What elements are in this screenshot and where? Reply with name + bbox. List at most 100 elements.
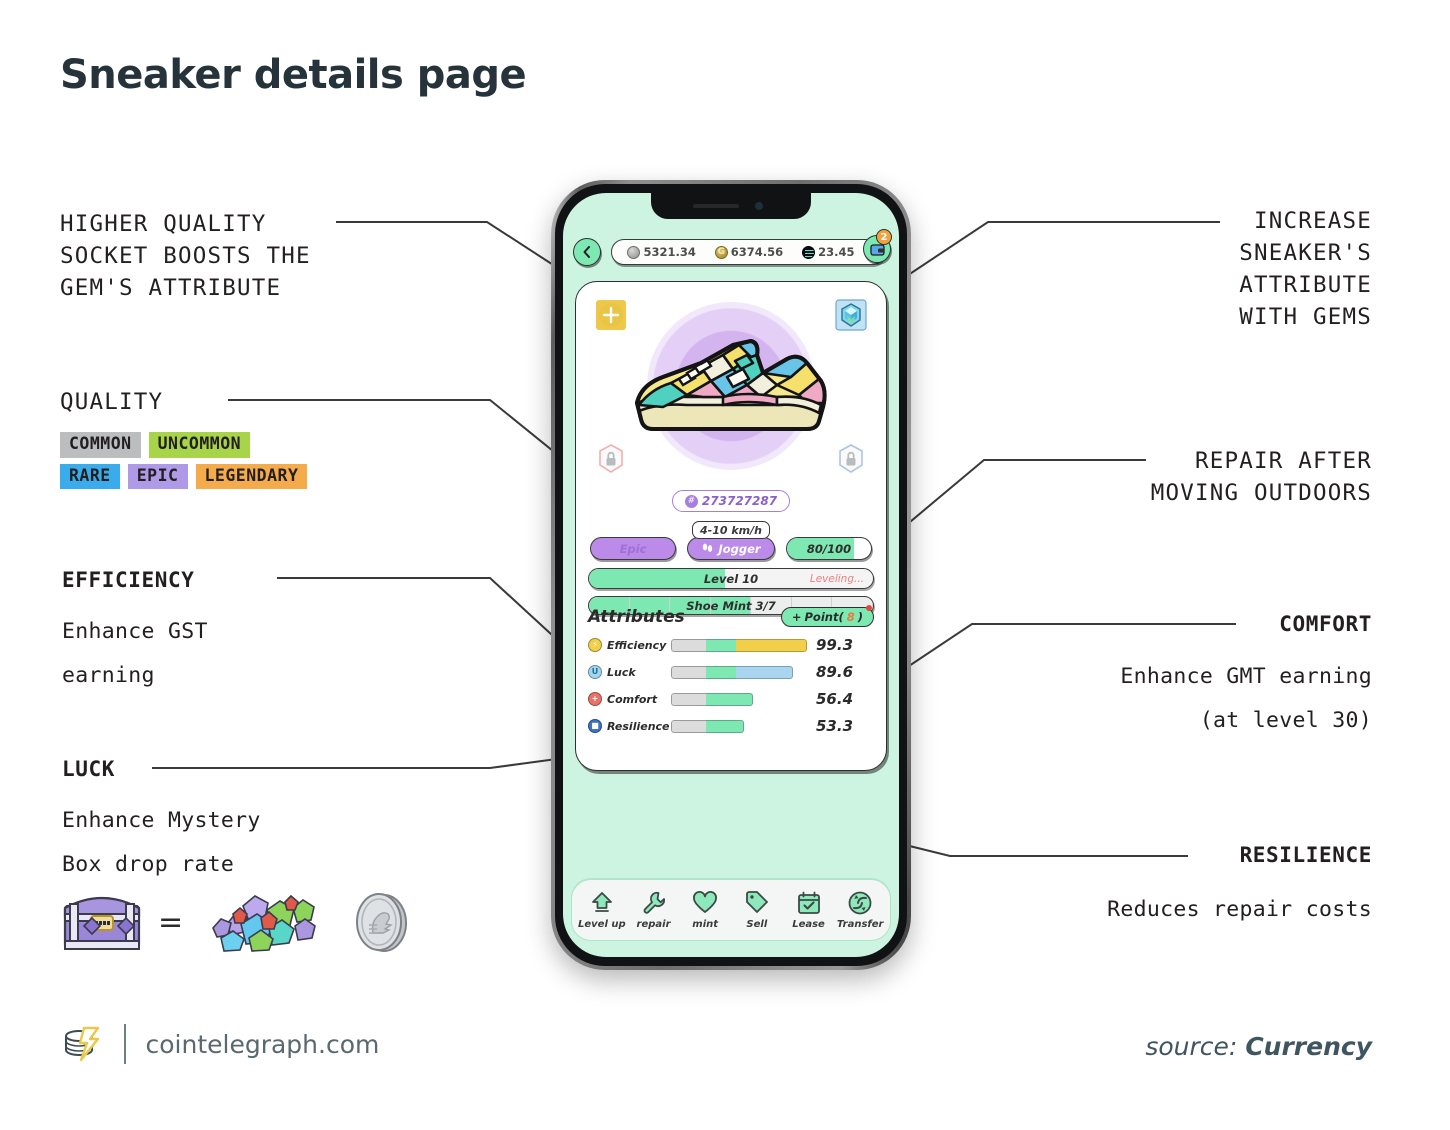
equals-sign: = <box>158 904 184 940</box>
annotation-luck-body: Enhance Mystery Box drop rate <box>62 808 261 877</box>
phone-screen: 5321.34 G 6374.56 23.45 2 # 273727287 4-… <box>563 193 899 957</box>
calendar-check-icon <box>797 891 820 914</box>
annotation-repair-outdoors: REPAIR AFTER MOVING OUTDOORS <box>1150 448 1372 506</box>
quality-badge-epic: EPIC <box>127 463 188 489</box>
leveling-status: Leveling... <box>809 572 864 585</box>
toolbar-item-repair[interactable]: repair <box>628 890 680 930</box>
source-name: Currency <box>1245 1032 1372 1061</box>
speed-range-tag: 4-10 km/h <box>692 521 770 539</box>
socket-locked-blue[interactable] <box>834 442 868 476</box>
durability-label: 80/100 <box>806 541 852 556</box>
annotation-resilience-body: Reduces repair costs <box>1107 897 1372 922</box>
toolbar-item-mint[interactable]: mint <box>679 890 731 930</box>
toolbar-item-level-up[interactable]: Level up <box>576 890 628 930</box>
gst-value: 5321.34 <box>643 245 696 259</box>
phone-mockup: 5321.34 G 6374.56 23.45 2 # 273727287 4-… <box>551 180 911 970</box>
attribute-row-comfort[interactable]: + Comfort 56.4 <box>588 690 874 708</box>
cointelegraph-logo-icon <box>65 1026 100 1062</box>
plus-socket-icon <box>596 300 626 330</box>
currency-balance-bar[interactable]: 5321.34 G 6374.56 23.45 <box>611 239 885 265</box>
gst-coin-icon <box>627 245 641 259</box>
toolbar-label-level-up: Level up <box>578 919 626 930</box>
quality-badge-row-1: COMMON UNCOMMON <box>60 432 390 458</box>
durability-chip[interactable]: 80/100 <box>786 537 872 560</box>
quality-chip[interactable]: Epic <box>590 537 676 560</box>
level-progress-bar[interactable]: Level 10 Leveling... <box>588 568 874 589</box>
front-camera <box>755 202 763 210</box>
plus-sign: + <box>791 610 802 624</box>
attribute-row-resilience[interactable]: ■ Resilience 53.3 <box>588 717 874 735</box>
toolbar-label-mint: mint <box>692 919 719 930</box>
quality-badge-legendary: LEGENDARY <box>195 463 308 489</box>
wallet-button[interactable]: 2 <box>863 229 892 263</box>
toolbar-label-sell: Sell <box>746 919 768 930</box>
resilience-label: Resilience <box>607 719 670 733</box>
phone-notch <box>651 193 811 219</box>
source-credit: source: Currency <box>1145 1032 1372 1061</box>
toolbar-item-sell[interactable]: Sell <box>731 890 783 930</box>
bar-base <box>671 638 707 652</box>
bar-base <box>671 692 707 706</box>
annotation-resilience-head: RESILIENCE <box>1239 843 1372 867</box>
annotation-comfort-body: Enhance GMT earning (at level 30) <box>1120 664 1372 733</box>
shoe-type-chip[interactable]: Jogger <box>687 537 775 560</box>
bar-mid <box>706 665 737 679</box>
bar-base <box>671 719 707 733</box>
annotation-increase-gems: INCREASE SNEAKER'S ATTRIBUTE WITH GEMS <box>1239 208 1372 330</box>
sneaker-id-value: 273727287 <box>701 494 778 508</box>
phone-bezel: 5321.34 G 6374.56 23.45 2 # 273727287 4-… <box>555 184 907 966</box>
treasure-chest-icon <box>63 897 141 950</box>
bar-mid <box>706 719 745 733</box>
toolbar-label-transfer: Transfer <box>836 919 884 930</box>
bar-base <box>671 665 707 679</box>
sneaker-info-zone: # 273727287 4-10 km/h Epic Jogger 80/100… <box>576 490 886 615</box>
refresh-circle-icon <box>848 891 872 915</box>
point-label: Point( <box>804 610 844 624</box>
currency-gst: 5321.34 <box>627 245 696 259</box>
efficiency-label: Efficiency <box>607 638 667 652</box>
currency-gmt: G 6374.56 <box>714 245 784 259</box>
attributes-title: Attributes <box>588 607 685 627</box>
annotation-gem-socket: HIGHER QUALITY SOCKET BOOSTS THE GEM'S A… <box>60 211 311 301</box>
luck-value: 89.6 <box>816 663 854 681</box>
action-toolbar: Level up repair mint Sell Lease Transfer <box>571 879 891 941</box>
sneaker-image <box>635 339 827 431</box>
toolbar-label-repair: repair <box>636 919 671 930</box>
shoe-type-label: Jogger <box>718 541 761 556</box>
earpiece-speaker <box>693 204 739 208</box>
resilience-bar <box>671 719 807 733</box>
footprints-icon <box>703 543 713 552</box>
quality-badge-uncommon: UNCOMMON <box>148 432 251 458</box>
sneaker-chip-row: Epic Jogger 80/100 <box>588 537 874 560</box>
sneaker-detail-card: # 273727287 4-10 km/h Epic Jogger 80/100… <box>575 281 887 771</box>
bar-ext <box>736 638 807 652</box>
lock-socket-blue-icon <box>839 444 863 473</box>
toolbar-label-lease: Lease <box>792 919 825 930</box>
bar-ext <box>736 665 794 679</box>
quality-badge-list: COMMON UNCOMMON RARE EPIC LEGENDARY <box>60 432 390 495</box>
quality-badge-rare: RARE <box>60 463 120 489</box>
back-button[interactable] <box>573 238 601 266</box>
bar-mid <box>706 692 753 706</box>
luck-icon: U <box>588 665 602 679</box>
attribute-row-efficiency[interactable]: ⚡ Efficiency 99.3 <box>588 636 874 654</box>
gmt-value: 6374.56 <box>730 245 784 259</box>
hash-icon: # <box>684 494 698 508</box>
sneaker-id-pill[interactable]: # 273727287 <box>672 490 790 512</box>
add-point-button[interactable]: + Point(8) <box>780 605 874 627</box>
gmt-coin-icon: G <box>714 245 728 259</box>
socket-gem-blue[interactable] <box>834 298 868 332</box>
price-tag-icon <box>745 891 768 913</box>
gem-pile-icon <box>212 894 317 952</box>
solana-coin-icon <box>802 245 816 259</box>
annotation-comfort-head: COMFORT <box>1279 612 1372 636</box>
attribute-row-luck[interactable]: U Luck 89.6 <box>588 663 874 681</box>
notification-dot <box>866 605 872 611</box>
socket-empty-yellow[interactable] <box>594 298 628 332</box>
socket-locked-pink[interactable] <box>594 442 628 476</box>
toolbar-item-transfer[interactable]: Transfer <box>834 890 886 930</box>
footer: cointelegraph.com <box>60 1022 379 1066</box>
comfort-label: Comfort <box>607 692 658 706</box>
attributes-header: Attributes + Point(8) <box>588 605 874 627</box>
toolbar-item-lease[interactable]: Lease <box>783 890 835 930</box>
